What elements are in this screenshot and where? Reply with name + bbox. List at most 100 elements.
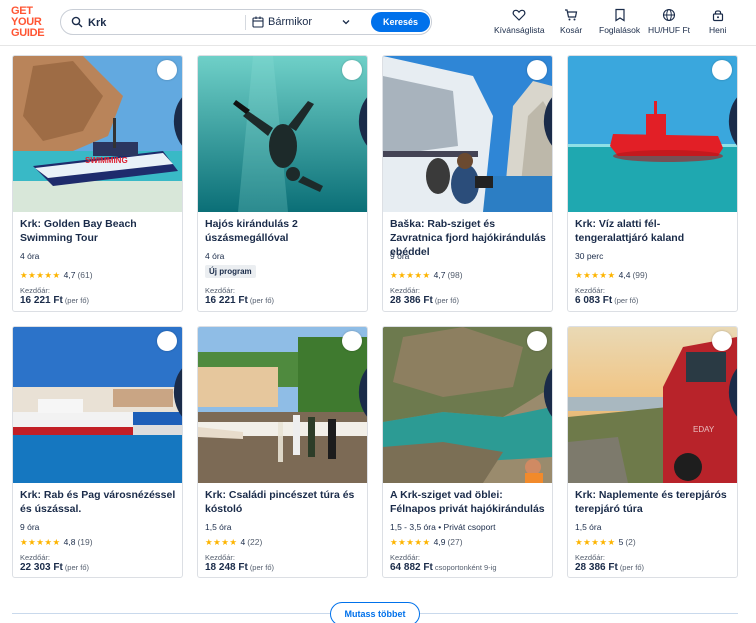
date-picker[interactable]: Bármikor [268,16,312,28]
star-rating-icon: ★★★★★ [390,270,431,280]
cart-icon [565,9,578,21]
price-from-label: Kezdőár: [20,286,51,295]
activity-title[interactable]: Krk: Víz alatti fél-tengeralattjáró kala… [575,217,733,245]
review-count: (19) [77,537,93,547]
star-rating-icon: ★★★★★ [20,537,61,547]
activity-price: 64 882 Ft csoportonként 9-ig [390,562,497,573]
activity-rating: ★★★★★ 4,9 (27) [390,537,463,548]
activity-price: 22 303 Ft (per fő) [20,562,89,573]
activity-title[interactable]: Hajós kirándulás 2 úszásmegállóval [205,217,363,245]
show-more-button[interactable]: Mutass többet [330,602,420,623]
heart-icon [173,368,182,417]
activity-image[interactable] [13,327,182,483]
search-button[interactable]: Keresés [371,12,430,32]
activity-card[interactable]: EDAY Krk: Naplemente és terepjárós terep… [567,326,738,578]
activity-image[interactable] [568,56,737,212]
activity-title[interactable]: Krk: Családi pincészet túra és kóstoló [205,488,363,516]
activity-card[interactable]: A Krk-sziget vad öblei: Félnapos privát … [382,326,553,578]
activity-card[interactable]: Krk: Családi pincészet túra és kóstoló 1… [197,326,368,578]
activity-title[interactable]: Baška: Rab-sziget és Zavratnica fjord ha… [390,217,548,259]
price-from-label: Kezdőár: [575,286,606,295]
rating-value: 4,9 [433,537,446,547]
heart-icon [358,368,367,417]
getyourguide-logo[interactable]: GET YOUR GUIDE [11,6,51,39]
activity-rating: ★★★★★ 4,7 (61) [20,270,93,281]
rating-value: 4 [240,537,246,547]
activity-card[interactable]: Krk: Rab és Pag városnézéssel és úszássa… [12,326,183,578]
activity-price: 6 083 Ft (per fő) [575,295,639,306]
nav-wishlist-label: Kívánságlista [494,25,545,35]
star-rating-icon: ★★★★★ [390,537,431,547]
activity-image[interactable] [383,327,552,483]
wishlist-button[interactable] [712,60,737,146]
nav-wishlist[interactable]: Kívánságlista [494,8,545,35]
price-from-label: Kezdőár: [205,286,236,295]
svg-text:EDAY: EDAY [693,425,715,434]
search-icon [71,16,83,28]
activity-image[interactable]: EDAY [568,327,737,483]
activity-title[interactable]: A Krk-sziget vad öblei: Félnapos privát … [390,488,548,516]
wishlist-button[interactable] [342,331,367,417]
price-from-label: Kezdőár: [205,553,236,562]
calendar-icon [252,16,264,28]
nav-profile-label: Heni [709,25,727,35]
activity-image[interactable] [383,56,552,212]
activity-image[interactable] [198,327,367,483]
wishlist-button[interactable] [527,60,552,146]
star-rating-icon: ★★★★ [205,537,238,547]
price-unit: (per fő) [64,563,89,572]
activity-rating: ★★★★★ 5 (2) [575,537,636,548]
activity-card[interactable]: SWIMMING Krk: Golden Bay Beach Swimming … [12,55,183,312]
wishlist-button[interactable] [342,60,367,146]
ticket-icon [614,8,625,22]
price-unit: (per fő) [614,296,639,305]
activity-title[interactable]: Krk: Rab és Pag városnézéssel és úszássa… [20,488,178,516]
activity-rating: ★★★★★ 4,4 (99) [575,270,648,281]
review-count: (99) [632,270,648,280]
activity-card[interactable]: Hajós kirándulás 2 úszásmegállóval 4 óra… [197,55,368,312]
chevron-down-icon[interactable] [341,17,351,27]
activity-duration: 1,5 - 3,5 óra • Privát csoport [390,522,496,532]
activity-price: 16 221 Ft (per fő) [205,295,274,306]
price-unit: (per fő) [619,563,644,572]
search-bar: Bármikor Keresés [60,9,432,35]
nav-profile[interactable]: Heni [709,8,726,35]
star-rating-icon: ★★★★★ [575,537,616,547]
activity-card[interactable]: Krk: Víz alatti fél-tengeralattjáró kala… [567,55,738,312]
price-unit: (per fő) [249,296,274,305]
activity-price: 28 386 Ft (per fő) [390,295,459,306]
heart-icon [512,9,526,21]
activity-duration: 9 óra [20,522,40,532]
rating-value: 4,7 [433,270,446,280]
review-count: (61) [77,270,93,280]
price-unit: csoportonként 9-ig [434,563,497,572]
activity-card[interactable]: Baška: Rab-sziget és Zavratnica fjord ha… [382,55,553,312]
activity-price: 28 386 Ft (per fő) [575,562,644,573]
svg-text:SWIMMING: SWIMMING [85,156,128,165]
activity-image[interactable]: SWIMMING [13,56,182,212]
activity-duration: 1,5 óra [575,522,602,532]
nav-cart[interactable]: Kosár [560,8,582,35]
activity-title[interactable]: Krk: Golden Bay Beach Swimming Tour [20,217,178,245]
price-unit: (per fő) [434,296,459,305]
nav-bookings[interactable]: Foglalások [599,8,640,35]
price-from-label: Kezdőár: [390,286,421,295]
wishlist-button[interactable] [527,331,552,417]
nav-currency[interactable]: HU/HUF Ft [648,8,690,35]
search-input[interactable] [88,14,238,31]
activity-title[interactable]: Krk: Naplemente és terepjárós terepjáró … [575,488,733,516]
heart-icon [358,97,367,146]
activity-duration: 9 óra [390,251,410,261]
wishlist-button[interactable] [157,331,182,417]
review-count: (98) [447,270,463,280]
activity-duration: 30 perc [575,251,604,261]
price-from-label: Kezdőár: [575,553,606,562]
rating-value: 4,7 [63,270,76,280]
activity-image[interactable] [198,56,367,212]
activity-duration: 1,5 óra [205,522,232,532]
wishlist-button[interactable] [157,60,182,146]
heart-icon [173,97,182,146]
activity-rating: ★★★★★ 4,7 (98) [390,270,463,281]
wishlist-button[interactable] [712,331,737,417]
price-from-label: Kezdőár: [390,553,421,562]
